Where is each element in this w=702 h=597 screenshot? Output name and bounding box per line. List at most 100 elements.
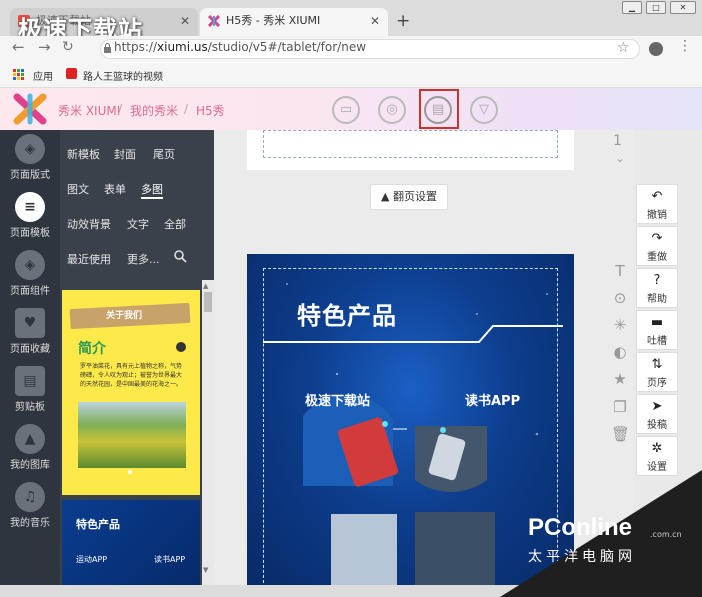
component-icon: ◈ (15, 250, 45, 280)
sidebar-item-clipboard[interactable]: ▤ 剪贴板 (0, 362, 60, 420)
page-settings-icon: ▲ (381, 190, 393, 203)
undo-label: 撤销 (647, 210, 667, 221)
folder-icon[interactable]: ▭ (332, 96, 360, 124)
settings-icon: ✲ (651, 441, 663, 456)
feedback-label: 吐槽 (647, 336, 667, 347)
reload-icon[interactable]: ↻ (62, 39, 74, 55)
highlight-box (419, 89, 459, 129)
copy-icon[interactable]: ❐ (611, 398, 629, 416)
filter-text-image[interactable]: 图文 (67, 181, 89, 197)
sidebar-item-gallery[interactable]: ▲ 我的图库 (0, 420, 60, 478)
previous-page-guide (263, 130, 558, 158)
dropdown-icon[interactable]: ▽ (470, 96, 498, 124)
filter-all[interactable]: 全部 (164, 216, 186, 232)
close-window-button[interactable]: ✕ (670, 1, 696, 14)
brand-suffix: .com.cn (650, 530, 682, 539)
submit-label: 投稿 (647, 420, 667, 431)
thumb-body: 罗平油菜花，具有元上植物之称，气势磅礴，令人叹为观止；被誉为世界最大的天然花园，… (80, 363, 183, 388)
redo-label: 重做 (647, 252, 667, 263)
page-settings-button[interactable]: ▲ 翻页设置 (370, 184, 448, 210)
template-thumbnail[interactable]: 特色产品 运动APP 读书APP (62, 500, 200, 585)
crumb-separator: / (184, 102, 189, 116)
sidebar-item-label: 剪贴板 (15, 402, 45, 413)
sidebar-item-label: 我的音乐 (10, 518, 50, 529)
trash-icon[interactable]: 🗑 (611, 425, 630, 443)
sidebar-item-component[interactable]: ◈ 页面组件 (0, 246, 60, 304)
sidebar-item-template[interactable]: ≡ 页面模板 (0, 188, 60, 246)
thumb-dot (128, 470, 132, 474)
bookmark-apps[interactable]: 应用 (33, 68, 53, 83)
filter-text[interactable]: 文字 (127, 216, 149, 232)
xiumi-logo-icon[interactable] (12, 92, 48, 126)
redo-button[interactable]: ↷ 重做 (636, 226, 678, 266)
minimize-button[interactable]: ▁ (622, 1, 642, 14)
tab-xiumi[interactable]: H5秀 - 秀米 XIUMI ✕ (200, 8, 388, 36)
undo-button[interactable]: ↶ 撤销 (636, 184, 678, 224)
crumb-separator: / (118, 102, 123, 116)
profile-avatar-icon[interactable] (649, 42, 663, 56)
page-order-label: 页序 (647, 378, 667, 389)
xiumi-favicon-icon (208, 15, 220, 27)
star-bookmark-icon[interactable]: ☆ (617, 40, 630, 56)
clipboard-icon: ▤ (15, 366, 45, 396)
lock-icon (104, 43, 111, 53)
sidebar-item-label: 页面收藏 (10, 344, 50, 355)
feedback-button[interactable]: ▬ 吐槽 (636, 310, 678, 350)
apps-grid-icon (13, 69, 24, 80)
browser-menu-icon[interactable]: ⋮ (678, 38, 692, 54)
visibility-icon[interactable]: ◐ (611, 343, 629, 361)
thumb-banner-text: 关于我们 (106, 311, 143, 321)
filter-multi-image[interactable]: 多图 (141, 181, 163, 199)
sidebar-item-layout[interactable]: ◈ 页面版式 (0, 130, 60, 188)
url-text: https://xiumi.us/studio/v5#/tablet/for/n… (114, 40, 367, 54)
bookmark-video[interactable]: 路人王篮球的视频 (83, 68, 163, 83)
scroll-down-icon[interactable]: ▼ (203, 566, 208, 574)
new-tab-button[interactable]: + (396, 11, 410, 31)
close-tab-icon[interactable]: ✕ (180, 8, 190, 34)
scroll-thumb[interactable] (204, 292, 212, 312)
crumb-my-xiumi[interactable]: 我的秀米 (130, 102, 178, 119)
forward-icon[interactable]: → (38, 38, 51, 56)
filter-cover[interactable]: 封面 (114, 146, 136, 162)
submit-button[interactable]: ➤ 投稿 (636, 394, 678, 434)
crumb-xiumi[interactable]: 秀米 XIUMI (58, 102, 120, 119)
sidebar-item-label: 页面组件 (10, 286, 50, 297)
play-icon[interactable]: ⊙ (611, 289, 629, 307)
template-thumbnail[interactable]: 关于我们 简介 罗平油菜花，具有元上植物之称，气势磅礴，令人叹为观止；被誉为世界… (62, 290, 200, 495)
page-order-button[interactable]: ⇅ 页序 (636, 352, 678, 392)
brand-name: PConline (528, 514, 633, 541)
help-icon: ? (653, 273, 661, 288)
crumb-h5: H5秀 (196, 104, 225, 118)
filter-more[interactable]: 更多... (127, 251, 160, 267)
thumb-label-left: 运动APP (76, 555, 108, 564)
sidebar-item-music[interactable]: ♫ 我的音乐 (0, 478, 60, 536)
maximize-button[interactable]: □ (646, 1, 666, 14)
page-number: 1 (613, 133, 622, 149)
star-icon[interactable]: ★ (611, 370, 629, 388)
chevron-down-icon[interactable]: ⌄ (611, 152, 629, 165)
tab-label: H5秀 - 秀米 XIUMI (226, 14, 321, 27)
help-label: 帮助 (647, 294, 667, 305)
filter-recent[interactable]: 最近使用 (67, 251, 111, 267)
template-icon: ≡ (15, 192, 45, 222)
sidebar-item-label: 页面版式 (10, 170, 50, 181)
sidebar-item-favorite[interactable]: ♥ 页面收藏 (0, 304, 60, 362)
music-icon: ♫ (15, 482, 45, 512)
back-icon[interactable]: ← (12, 38, 25, 56)
layout-icon: ◈ (15, 134, 45, 164)
filter-end[interactable]: 尾页 (153, 146, 175, 162)
close-tab-icon[interactable]: ✕ (370, 8, 380, 34)
template-scrollbar[interactable]: ▲ ▼ (202, 280, 214, 585)
scroll-up-icon[interactable]: ▲ (203, 282, 208, 290)
sidebar-item-label: 我的图库 (10, 460, 50, 471)
filter-new[interactable]: 新模板 (67, 146, 100, 162)
preview-icon[interactable]: ◎ (378, 96, 406, 124)
filter-motion-bg[interactable]: 动效背景 (67, 216, 111, 232)
bee-icon (174, 340, 188, 354)
effect-icon[interactable]: ✳ (611, 316, 629, 334)
help-button[interactable]: ? 帮助 (636, 268, 678, 308)
text-tool-icon[interactable]: T (611, 262, 629, 280)
search-icon[interactable] (174, 250, 187, 263)
filter-form[interactable]: 表单 (104, 181, 126, 197)
feedback-icon: ▬ (650, 315, 664, 330)
